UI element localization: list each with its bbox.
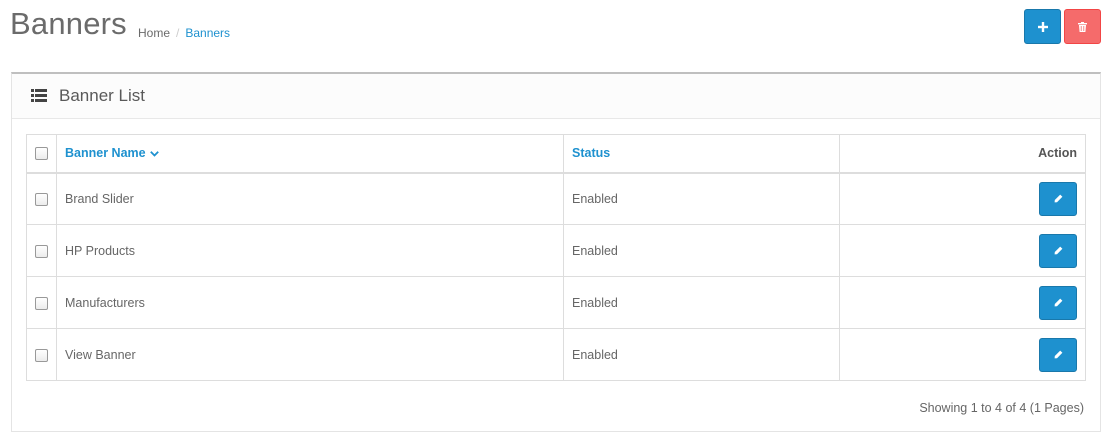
row-select-cell <box>26 172 57 225</box>
breadcrumb: Home / Banners <box>138 26 230 40</box>
chevron-down-icon <box>149 151 159 157</box>
action-cell <box>839 172 1086 225</box>
pencil-icon <box>1054 246 1062 255</box>
banner-name-cell: Brand Slider <box>56 172 564 225</box>
plus-icon <box>1037 21 1048 32</box>
pagination-summary: Showing 1 to 4 of 4 (1 Pages) <box>919 401 1084 415</box>
table-row: HP Products Enabled <box>26 224 1086 277</box>
row-select-cell <box>26 328 57 381</box>
page-header: Banners Home / Banners <box>0 0 1107 60</box>
row-select-cell <box>26 224 57 277</box>
table-row: View Banner Enabled <box>26 328 1086 381</box>
edit-button[interactable] <box>1039 337 1077 372</box>
edit-button[interactable] <box>1039 181 1077 216</box>
panel-heading: Banner List <box>12 74 1100 119</box>
delete-banner-button[interactable] <box>1064 9 1101 44</box>
row-checkbox[interactable] <box>35 192 48 206</box>
action-cell <box>839 276 1086 329</box>
column-header-action: Action <box>839 134 1086 174</box>
column-header-status[interactable]: Status <box>563 134 840 174</box>
banner-name-cell: View Banner <box>56 328 564 381</box>
status-cell: Enabled <box>563 224 840 277</box>
pencil-icon <box>1054 298 1062 307</box>
pencil-icon <box>1054 194 1062 203</box>
status-cell: Enabled <box>563 172 840 225</box>
select-all-cell <box>26 134 57 174</box>
page-title: Banners <box>10 6 127 41</box>
select-all-checkbox[interactable] <box>35 147 48 161</box>
status-cell: Enabled <box>563 276 840 329</box>
row-checkbox[interactable] <box>35 244 48 258</box>
row-checkbox[interactable] <box>35 296 48 310</box>
row-checkbox[interactable] <box>35 348 48 362</box>
add-banner-button[interactable] <box>1024 9 1061 44</box>
table-row: Manufacturers Enabled <box>26 276 1086 329</box>
banner-table: Banner Name Status Action Brand Slider E… <box>26 134 1086 381</box>
edit-button[interactable] <box>1039 285 1077 320</box>
banner-list-panel: Banner List Banner Name Status Action Br… <box>11 72 1101 432</box>
list-icon <box>31 89 47 102</box>
status-cell: Enabled <box>563 328 840 381</box>
breadcrumb-home-link[interactable]: Home <box>138 26 170 40</box>
row-select-cell <box>26 276 57 329</box>
banner-name-cell: HP Products <box>56 224 564 277</box>
pencil-icon <box>1054 350 1062 359</box>
banner-name-cell: Manufacturers <box>56 276 564 329</box>
edit-button[interactable] <box>1039 233 1077 268</box>
breadcrumb-current-link[interactable]: Banners <box>185 26 230 40</box>
column-label-banner-name: Banner Name <box>65 146 146 161</box>
column-header-banner-name[interactable]: Banner Name <box>56 134 564 174</box>
trash-icon <box>1078 21 1087 32</box>
action-cell <box>839 224 1086 277</box>
breadcrumb-separator: / <box>176 26 180 40</box>
table-header-row: Banner Name Status Action <box>26 134 1086 174</box>
panel-title: Banner List <box>59 86 145 105</box>
table-row: Brand Slider Enabled <box>26 172 1086 225</box>
action-cell <box>839 328 1086 381</box>
